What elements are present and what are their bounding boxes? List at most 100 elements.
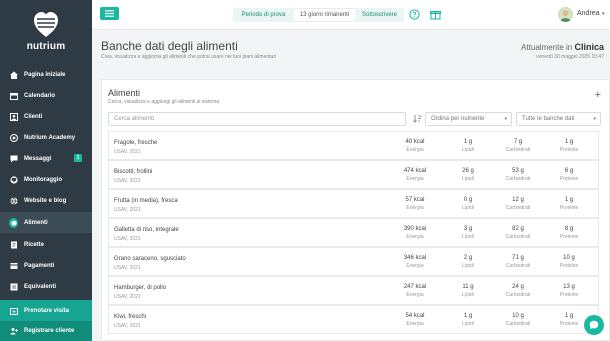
hamburger-icon	[105, 10, 114, 17]
food-source: USAV, 2021	[114, 323, 141, 329]
nutrient-cell-energy: 54 kcal Energia	[395, 313, 435, 327]
database-select[interactable]: Tutte le banche dati ▾	[516, 112, 601, 126]
nutrient-cell-carbs: 7 g Carboidrati	[498, 139, 538, 153]
nutrient-cell-carbs: 53 g Carboidrati	[498, 168, 538, 182]
sidebar-item-label: Ricette	[24, 241, 45, 248]
nutrient-value: 40 kcal	[405, 139, 425, 145]
nutrient-value: 1 g	[463, 313, 473, 319]
sidebar-item-label: Website e blog	[24, 197, 67, 204]
sidebar-item-recipes[interactable]: Ricette	[0, 234, 92, 255]
food-row[interactable]: Biscotti, frollini USAV, 2021 474 kcal Ener…	[108, 160, 599, 189]
register-client-button[interactable]: Registrare cliente	[0, 321, 92, 341]
menu-toggle-button[interactable]	[100, 7, 119, 20]
sidebar-item-messages[interactable]: Messaggi 1	[0, 148, 92, 169]
nutrient-value: 7 g	[513, 139, 523, 145]
current-location-name[interactable]: Clinica	[574, 42, 604, 52]
nutrient-value: 247 kcal	[403, 284, 427, 290]
user-plus-icon	[9, 327, 18, 336]
sidebar-item-website[interactable]: Website e blog	[0, 190, 92, 211]
sidebar-item-equivalents[interactable]: Equivalenti	[0, 276, 92, 297]
food-row[interactable]: Hamburger, di pollo USAV, 2021 247 kcal Ene…	[108, 276, 599, 305]
subscribe-button[interactable]: Sottoscrivere	[355, 8, 404, 22]
food-name: Hamburger, di pollo	[114, 285, 167, 291]
sidebar-item-monitoring[interactable]: Monitoraggio	[0, 169, 92, 190]
nutrient-value: 0 g	[463, 197, 473, 203]
nutrient-value: 10 g	[512, 313, 524, 319]
nutrient-label: Carboidrati	[505, 147, 531, 153]
sidebar-item-clients[interactable]: Clienti	[0, 106, 92, 127]
food-name: Galletta di riso, integrale	[114, 227, 179, 233]
sidebar-item-label: Alimenti	[24, 219, 48, 226]
user-avatar[interactable]	[558, 7, 573, 22]
nutrient-cell-protein: 10 g Proteine	[549, 255, 589, 269]
sidebar-item-label: Pagina iniziale	[24, 71, 66, 78]
nutrient-label: Energia	[406, 205, 424, 211]
sidebar-item-foods[interactable]: Alimenti	[0, 212, 92, 233]
nutrient-cell-energy: 390 kcal Energia	[395, 226, 435, 240]
food-source: USAV, 2021	[114, 149, 141, 155]
sidebar-item-label: Nutrium Academy	[24, 134, 76, 141]
gift-icon[interactable]	[430, 9, 441, 20]
nutrient-value: 11 g	[462, 284, 474, 290]
nutrient-cell-fat: 3 g Lipidi	[448, 226, 488, 240]
nutrient-cell-carbs: 12 g Carboidrati	[498, 197, 538, 211]
nutrient-cell-energy: 40 kcal Energia	[395, 139, 435, 153]
nutrient-value: 1 g	[564, 139, 574, 145]
user-name[interactable]: Andrea	[577, 10, 600, 17]
chevron-down-icon: ▾	[593, 116, 596, 122]
plus-icon: +	[594, 89, 601, 101]
nutrient-cell-protein: 1 g Proteine	[549, 197, 589, 211]
sidebar-item-academy[interactable]: Nutrium Academy	[0, 127, 92, 148]
sidebar-item-label: Equivalenti	[24, 283, 57, 290]
current-date: venerdì 30 maggio 2025 10:47	[536, 54, 604, 60]
sort-select-placeholder: Ordina per nutriente	[431, 116, 485, 122]
nutrient-value: 10 g	[563, 255, 575, 261]
nutrient-label: Energia	[406, 292, 424, 298]
nutrient-label: Energia	[406, 263, 424, 269]
food-row[interactable]: Grano saraceno, sgusciato USAV, 2021 346 k…	[108, 247, 599, 276]
help-icon[interactable]	[409, 9, 420, 20]
calendar-plus-icon	[9, 306, 18, 315]
nutrient-label: Lipidi	[462, 321, 474, 327]
sort-by-nutrient-select[interactable]: Ordina per nutriente ▾	[425, 112, 512, 126]
food-search-input[interactable]: Cerca alimento	[108, 112, 406, 126]
nutrient-value: 24 g	[512, 284, 524, 290]
nutrient-cell-protein: 1 g Proteine	[549, 139, 589, 153]
nutrient-value: 71 g	[512, 255, 524, 261]
page-subtitle: Crea, visualizza e aggiorna gli alimenti…	[101, 54, 277, 60]
nutrient-label: Proteine	[559, 321, 579, 327]
food-row[interactable]: Frutta (in media), fresca USAV, 2021 57 kc…	[108, 189, 599, 218]
nutrient-label: Carboidrati	[505, 292, 531, 298]
chevron-down-icon[interactable]: ▾	[602, 11, 605, 17]
heart-icon	[9, 175, 18, 184]
nutrient-label: Lipidi	[462, 176, 474, 182]
sidebar-item-home[interactable]: Pagina iniziale	[0, 64, 92, 85]
nutrient-label: Carboidrati	[505, 176, 531, 182]
add-food-button[interactable]: +	[595, 89, 601, 101]
sort-icon[interactable]	[413, 114, 422, 123]
nutrient-cell-carbs: 10 g Carboidrati	[498, 313, 538, 327]
sidebar-item-calendar[interactable]: Calendario	[0, 85, 92, 106]
foods-title: Alimenti	[108, 88, 141, 98]
food-source: USAV, 2021	[114, 236, 141, 242]
nutrient-cell-protein: 8 g Proteine	[549, 226, 589, 240]
food-row[interactable]: Galletta di riso, integrale USAV, 2021 390…	[108, 218, 599, 247]
food-row[interactable]: Fragole, fresche USAV, 2021 40 kcal Energia…	[108, 131, 599, 160]
nutrient-value: 346 kcal	[403, 255, 427, 261]
food-name: Fragole, fresche	[114, 140, 158, 146]
cta-label: Registrare cliente	[24, 328, 75, 334]
food-name: Biscotti, frollini	[114, 169, 153, 175]
book-appointment-button[interactable]: Prenotare visita	[0, 300, 92, 321]
sidebar-item-payments[interactable]: Pagamenti	[0, 255, 92, 276]
food-row[interactable]: Kiwi, freschi USAV, 2021 54 kcal Energia 1 g…	[108, 305, 599, 334]
payments-icon	[9, 261, 18, 270]
support-chat-button[interactable]	[584, 315, 604, 335]
nutrient-cell-fat: 11 g Lipidi	[448, 284, 488, 298]
sidebar-item-label: Clienti	[24, 113, 43, 120]
brand-logo[interactable]: nutrium	[0, 0, 92, 62]
nutrient-cell-protein: 6 g Proteine	[549, 168, 589, 182]
recipe-icon	[9, 240, 18, 249]
remaining-days-label: 13 giorni rimanenti	[294, 8, 355, 22]
nutrient-label: Energia	[406, 234, 424, 240]
nutrient-label: Lipidi	[462, 147, 474, 153]
